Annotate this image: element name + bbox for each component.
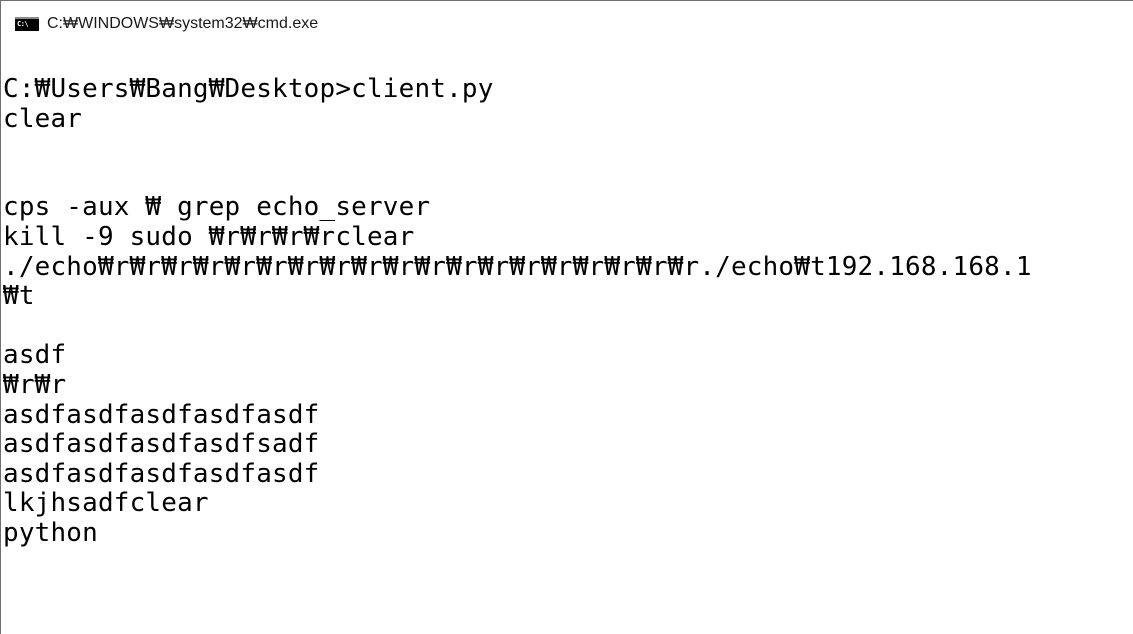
console-line: clear	[3, 103, 83, 134]
cmd-window: C:\ C:₩WINDOWS₩system32₩cmd.exe C:₩Users…	[0, 0, 1133, 634]
console-line: asdf	[3, 340, 67, 371]
console-line: ₩r₩r	[3, 369, 67, 400]
window-title: C:₩WINDOWS₩system32₩cmd.exe	[47, 15, 319, 32]
console-line: kill -9 sudo ₩r₩r₩r₩rclear	[3, 221, 415, 252]
console-line: ₩t	[3, 281, 35, 312]
title-bar[interactable]: C:\ C:₩WINDOWS₩system32₩cmd.exe	[1, 1, 1133, 45]
console-line: python	[3, 517, 98, 548]
console-line: ./echo₩r₩r₩r₩r₩r₩r₩r₩r₩r₩r₩r₩r₩r₩r₩r₩r₩r…	[3, 251, 1032, 282]
console-output[interactable]: C:₩Users₩Bang₩Desktop>client.py clear cp…	[3, 75, 1131, 633]
console-line: cps -aux ₩ grep echo_server	[3, 192, 431, 223]
console-line: asdfasdfasdfasdfasdf	[3, 458, 320, 489]
console-line: lkjhsadfclear	[3, 488, 209, 519]
cmd-icon[interactable]: C:\	[15, 17, 39, 31]
console-line: asdfasdfasdfasdfsadf	[3, 429, 320, 460]
console-line: asdfasdfasdfasdfasdf	[3, 399, 320, 430]
console-line: C:₩Users₩Bang₩Desktop>client.py	[3, 75, 494, 104]
cmd-icon-label: C:\	[17, 20, 29, 28]
